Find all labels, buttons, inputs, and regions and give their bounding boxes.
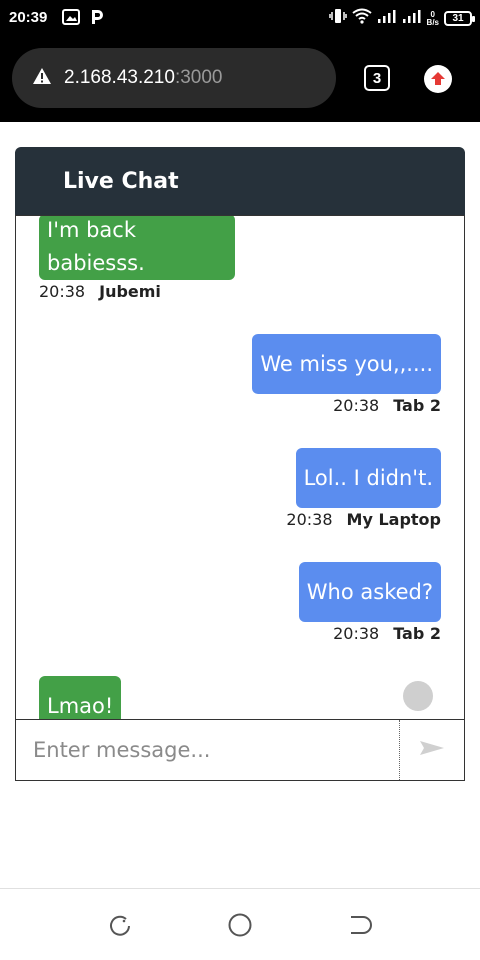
url-text[interactable]: 2.168.43.210:3000 (64, 67, 223, 89)
message-bubble: I'm back babiesss. (39, 216, 235, 280)
tab-switcher-button[interactable]: 3 (364, 65, 390, 91)
chat-messages[interactable]: I'm back babiesss. 20:38 Jubemi We miss y… (15, 215, 465, 720)
home-icon[interactable] (226, 911, 254, 939)
status-bar: 20:39 0 B/s 31 (0, 0, 480, 36)
message-bubble: Who asked? (298, 562, 441, 622)
chat-title: Live Chat (63, 168, 179, 194)
p-icon (90, 9, 104, 30)
message-meta: 20:38 My Laptop (286, 510, 441, 529)
signal-icon (377, 8, 397, 29)
message-input[interactable] (16, 720, 399, 780)
message-time: 20:38 (39, 282, 86, 301)
message-time: 20:38 (333, 396, 380, 415)
browser-toolbar: 2.168.43.210:3000 3 (0, 36, 480, 122)
image-icon (62, 9, 80, 30)
signal-icon (402, 8, 422, 29)
scroll-indicator[interactable] (403, 681, 433, 711)
message-bubble: Lmao! (39, 676, 122, 720)
vibrate-icon (328, 8, 347, 29)
message-meta: 20:38 Jubemi (39, 282, 161, 301)
message-author: Jubemi (99, 282, 161, 301)
send-button[interactable] (399, 720, 464, 780)
warning-icon[interactable] (32, 67, 52, 89)
message-author: My Laptop (346, 510, 441, 529)
battery-icon: 31 (444, 11, 475, 26)
net-speed: 0 B/s (426, 9, 439, 27)
wifi-icon (351, 8, 372, 29)
message-meta: 20:38 Tab 2 (333, 396, 441, 415)
system-nav-bar (0, 888, 480, 960)
message-bubble: Lol.. I didn't. (295, 448, 441, 508)
recent-apps-icon[interactable] (106, 911, 134, 939)
send-icon (419, 740, 445, 760)
upload-icon[interactable] (424, 65, 452, 93)
message-author: Tab 2 (393, 624, 441, 643)
message-bubble: We miss you,,.... (252, 334, 441, 394)
message-time: 20:38 (333, 624, 380, 643)
chat-header: Live Chat (15, 147, 465, 215)
message-author: Tab 2 (393, 396, 441, 415)
back-icon[interactable] (346, 911, 374, 939)
message-time: 20:38 (286, 510, 333, 529)
message-meta: 20:38 Tab 2 (333, 624, 441, 643)
status-time: 20:39 (9, 9, 48, 26)
message-composer (15, 719, 465, 781)
address-bar[interactable]: 2.168.43.210:3000 (12, 48, 336, 108)
